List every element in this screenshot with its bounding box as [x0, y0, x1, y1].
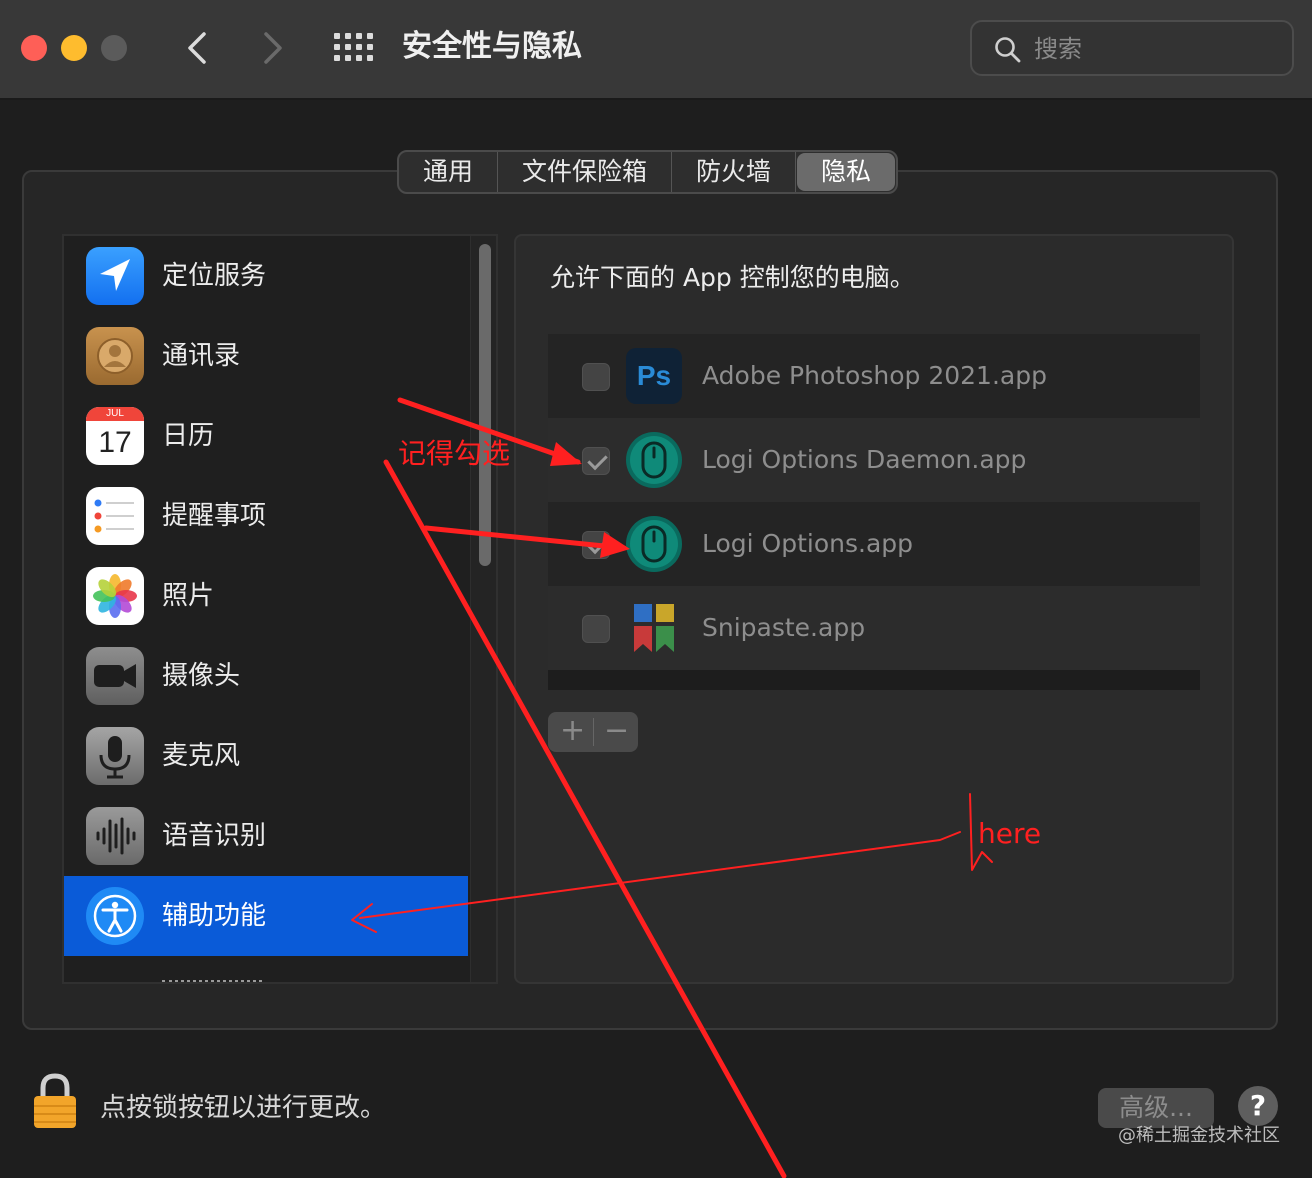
sidebar-item-label: 语音识别 [162, 821, 267, 851]
microphone-icon [86, 727, 144, 785]
lock-icon[interactable] [30, 1072, 80, 1130]
forward-button[interactable] [258, 26, 286, 79]
remove-app-button[interactable]: − [604, 712, 629, 750]
tab-firewall[interactable]: 防火墙 [672, 152, 797, 192]
sidebar-item-label: 提醒事项 [162, 501, 267, 531]
sidebar-item-microphone[interactable]: 麦克风 [64, 716, 468, 796]
reminders-icon [86, 487, 144, 545]
app-row-logi-options[interactable]: Logi Options.app [548, 502, 1200, 586]
app-checkbox[interactable] [582, 531, 610, 559]
sidebar-item-label: 照片 [162, 581, 215, 611]
back-button[interactable] [184, 26, 212, 79]
title-bar: 安全性与隐私 搜索 [0, 0, 1312, 100]
app-checkbox[interactable] [582, 447, 610, 475]
search-field[interactable]: 搜索 [970, 20, 1294, 76]
search-icon [995, 37, 1021, 63]
calendar-month: JUL [86, 407, 144, 421]
sidebar-item-reminders[interactable]: 提醒事项 [64, 476, 468, 556]
sidebar-item-photos[interactable]: 照片 [64, 556, 468, 636]
zoom-window-button[interactable] [101, 35, 127, 61]
sidebar-item-accessibility[interactable]: 辅助功能 [64, 876, 468, 956]
snipaste-icon [626, 600, 682, 656]
chevron-left-icon [188, 32, 206, 64]
app-name: Logi Options Daemon.app [702, 445, 1027, 474]
sidebar-scroll-thumb[interactable] [479, 244, 491, 566]
window-title: 安全性与隐私 [402, 29, 582, 64]
search-placeholder: 搜索 [1034, 35, 1082, 63]
app-name: Adobe Photoshop 2021.app [702, 361, 1047, 390]
accessibility-icon [86, 887, 144, 945]
annotation-note-here: here [978, 817, 1042, 850]
tab-privacy[interactable]: 隐私 [797, 153, 896, 191]
sidebar-scrollbar[interactable] [470, 236, 496, 982]
pane-heading: 允许下面的 App 控制您的电脑。 [550, 263, 915, 292]
sidebar-item-location-services[interactable]: 定位服务 [64, 236, 468, 316]
logi-mouse-icon [624, 514, 684, 574]
contacts-icon [86, 327, 144, 385]
sidebar-item-partial [162, 972, 282, 982]
app-row-photoshop[interactable]: Ps Adobe Photoshop 2021.app [548, 334, 1200, 418]
watermark: @稀土掘金技术社区 [1118, 1125, 1280, 1146]
show-all-grid-icon[interactable] [334, 33, 374, 63]
lock-hint-text: 点按锁按钮以进行更改。 [100, 1093, 387, 1123]
sidebar-item-label: 摄像头 [162, 661, 241, 691]
tab-filevault[interactable]: 文件保险箱 [498, 152, 673, 192]
photoshop-icon: Ps [626, 348, 682, 404]
sidebar-item-label: 麦克风 [162, 741, 241, 771]
accessibility-pane: 允许下面的 App 控制您的电脑。 Ps Adobe Photoshop 202… [514, 234, 1234, 984]
add-app-button[interactable]: + [560, 712, 585, 750]
annotation-note-check: 记得勾选 [398, 437, 511, 470]
app-list: Ps Adobe Photoshop 2021.app Logi Options… [548, 334, 1200, 690]
segmented-tabs: 通用 文件保险箱 防火墙 隐私 [397, 150, 899, 194]
sidebar-item-label: 辅助功能 [162, 901, 267, 931]
sidebar-item-label: 通讯录 [162, 341, 241, 371]
photoshop-icon-text: Ps [636, 360, 672, 391]
sidebar-item-label: 定位服务 [162, 261, 267, 291]
speech-recognition-icon [86, 807, 144, 865]
logi-mouse-icon [624, 430, 684, 490]
app-checkbox[interactable] [582, 363, 610, 391]
tab-general[interactable]: 通用 [399, 152, 499, 192]
sidebar-item-speech-recognition[interactable]: 语音识别 [64, 796, 468, 876]
app-checkbox[interactable] [582, 615, 610, 643]
privacy-category-list: 定位服务 通讯录 JUL 17 日历 提醒事项 照片 摄像头 麦克风 语音识别 … [62, 234, 498, 984]
photos-icon [86, 567, 144, 625]
sidebar-item-contacts[interactable]: 通讯录 [64, 316, 468, 396]
calendar-day: 17 [98, 426, 132, 459]
close-window-button[interactable] [21, 35, 47, 61]
sidebar-item-camera[interactable]: 摄像头 [64, 636, 468, 716]
app-row-snipaste[interactable]: Snipaste.app [548, 586, 1200, 670]
calendar-icon: JUL 17 [86, 407, 144, 465]
help-button[interactable]: ? [1238, 1086, 1278, 1126]
camera-icon [86, 647, 144, 705]
add-remove-control: + − [548, 712, 638, 752]
advanced-button[interactable]: 高级... [1098, 1088, 1214, 1128]
app-name: Logi Options.app [702, 529, 914, 558]
sidebar-item-label: 日历 [162, 421, 215, 451]
minimize-window-button[interactable] [61, 35, 87, 61]
app-name: Snipaste.app [702, 613, 866, 642]
app-row-logi-daemon[interactable]: Logi Options Daemon.app [548, 418, 1200, 502]
location-arrow-icon [86, 247, 144, 305]
chevron-right-icon [264, 32, 282, 64]
